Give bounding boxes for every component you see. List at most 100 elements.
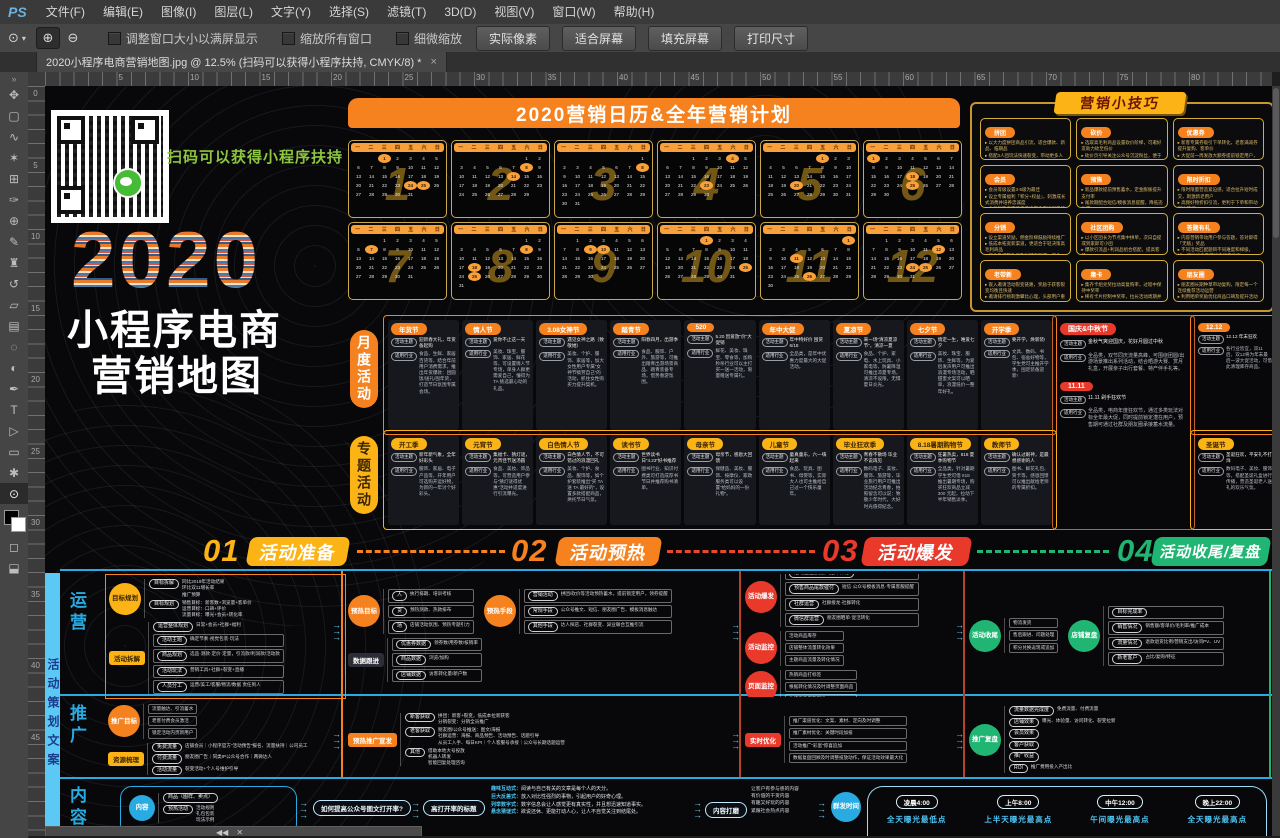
weekday-label: 四	[395, 226, 400, 233]
mindmap-cell: 推广目标流量触达、引流蓄水老客付费会员激活锁定活动内页新用户资源梳理免费流量店铺…	[105, 698, 344, 781]
menu-视图[interactable]: 视图(V)	[485, 1, 543, 24]
calendar-day: 15	[378, 172, 391, 181]
tips-bullet: ▸ 利用晒单奖励优化商品口碑及提升活动信任转化，并在蓄水中卖爆	[1178, 294, 1259, 302]
tips-card-label: 预售	[1081, 174, 1111, 185]
activity-card-title: 圣诞节	[1198, 438, 1234, 450]
weekday-label: 四	[704, 144, 709, 151]
mindmap-branch: 活动商品库存	[785, 631, 844, 641]
zoom-out-button[interactable]: ⊖	[62, 28, 84, 48]
calendar-day: 31	[906, 272, 919, 281]
menu-文件[interactable]: 文件(F)	[37, 1, 94, 24]
quick-mask-button[interactable]: ◻	[0, 536, 28, 557]
topic-activities-label: 专题活动	[350, 436, 378, 514]
branch-note: 日常+会员+社群+福利	[196, 622, 241, 628]
calendar-day: 28	[803, 190, 816, 199]
weekday-label: 一	[870, 226, 875, 233]
calendar-day: 16	[713, 254, 726, 263]
tab-close-icon[interactable]: ×	[430, 56, 436, 68]
background-color-swatch[interactable]	[11, 517, 26, 532]
zoom-in-button[interactable]: ⊕	[36, 27, 60, 49]
calendar-day: 27	[352, 190, 365, 199]
dodge-tool[interactable]: ◐	[0, 357, 28, 378]
theme-tag: 活动主题	[1198, 335, 1224, 344]
activity-card: 开工季活动主题新年新气象，全年好彩头适用行业服饰、家居、电子产品等，开年用户可选…	[388, 435, 459, 525]
type-tool[interactable]: T	[0, 399, 28, 420]
marquee-tool[interactable]: ▢	[0, 105, 28, 126]
menu-编辑[interactable]: 编辑(E)	[94, 1, 152, 24]
calendar-day: 23	[713, 263, 726, 272]
theme-line: 活动主题集福卡、猜灯谜，元宵佳节送汤圆	[465, 452, 530, 464]
options-button-2[interactable]: 填充屏幕	[648, 26, 722, 51]
window-collapse-icon[interactable]: ◀◀	[216, 828, 228, 837]
branch-note: 整点秒杀·限时折扣·直播带货	[857, 574, 915, 575]
magic-wand-tool[interactable]: ✶	[0, 147, 28, 168]
checkbox-icon[interactable]	[396, 32, 409, 45]
dropdown-arrow-icon[interactable]: ▾	[22, 34, 26, 43]
options-button-1[interactable]: 适合屏幕	[562, 26, 636, 51]
calendar-day: 1	[378, 154, 391, 163]
gradient-tool[interactable]: ▤	[0, 315, 28, 336]
menu-滤镜[interactable]: 滤镜(T)	[378, 1, 435, 24]
blur-tool[interactable]: ◌	[0, 336, 28, 357]
theme-text: 青春不散场 毕业不说再见	[864, 452, 901, 464]
industry-line: 适用行业食品、生鲜、家居百货等，结合年前用户消费需求，推出年货爆款：团圆饭/送礼…	[391, 351, 456, 394]
menu-选择[interactable]: 选择(S)	[320, 1, 378, 24]
options-button-3[interactable]: 打印尺寸	[734, 26, 808, 51]
document-tab[interactable]: 2020小程序电商营销地图.jpg @ 12.5% (扫码可以获得小程序扶持, …	[36, 52, 447, 72]
theme-line: 活动主题12.12 年末狂欢	[1198, 334, 1272, 344]
calendar-day: 3	[404, 236, 417, 245]
hand-tool[interactable]: ✱	[0, 462, 28, 483]
mindmap-node: 推广目标	[108, 705, 140, 737]
branch-note: 公众号推文、短信、朋友圈广告、模板消息触达	[561, 607, 657, 613]
brush-tool[interactable]: ✎	[0, 231, 28, 252]
menu-窗口[interactable]: 窗口(W)	[543, 1, 604, 24]
branch-label: 商品规划	[157, 651, 187, 661]
color-swatches[interactable]	[0, 508, 28, 536]
pen-tool[interactable]: ✒	[0, 378, 28, 399]
calendar-day: 24	[906, 263, 919, 272]
mindmap-branch: 免费流量店铺会员｜小程序官方“活动预告”报名、流量扶持｜公司员工	[152, 743, 308, 753]
menu-帮助[interactable]: 帮助(H)	[605, 1, 664, 24]
window-close-icon[interactable]: ✕	[236, 828, 243, 837]
healing-brush-tool[interactable]: ⊕	[0, 210, 28, 231]
mindmap-group: 活动拆解运营整体规划日常+会员+社群+福利活动主题确定节奏·视觉包装·玩法商品规…	[109, 622, 284, 694]
zoom-tool[interactable]: ⊙	[0, 483, 28, 504]
scrollbar-thumb[interactable]	[1273, 88, 1279, 238]
calendar-day: 26	[777, 190, 790, 199]
calendar-day: 18	[906, 172, 919, 181]
screen-mode-button[interactable]: ⬓	[0, 557, 28, 578]
menu-图像[interactable]: 图像(I)	[152, 1, 205, 24]
industry-tag: 适用行业	[836, 352, 862, 361]
ruler-h-label: 5	[119, 73, 123, 82]
move-tool[interactable]: ✥	[0, 84, 28, 105]
option-checkbox-1[interactable]: 缩放所有窗口	[282, 30, 372, 47]
menu-图层[interactable]: 图层(L)	[205, 1, 262, 24]
shape-tool[interactable]: ▭	[0, 441, 28, 462]
checkbox-icon[interactable]	[282, 32, 295, 45]
plan-copy-strip: 活动策划文案	[45, 573, 60, 836]
eraser-tool[interactable]: ▱	[0, 294, 28, 315]
options-button-0[interactable]: 实际像素	[476, 26, 550, 51]
history-brush-tool[interactable]: ↺	[0, 273, 28, 294]
calendar-day: 21	[558, 263, 571, 272]
clone-stamp-tool[interactable]: ♜	[0, 252, 28, 273]
document-canvas[interactable]: 扫码可以获得小程序扶持2020小程序电商营销地图2020营销日历&全年营销计划一…	[45, 86, 1272, 836]
calendar-day: 1	[571, 236, 584, 245]
menu-文字[interactable]: 文字(Y)	[262, 1, 320, 24]
calendar-day-empty	[352, 154, 365, 163]
vertical-scrollbar[interactable]	[1272, 86, 1280, 836]
calendar-day-empty	[790, 154, 803, 163]
checkbox-icon[interactable]	[108, 32, 121, 45]
crop-tool[interactable]: ⊞	[0, 168, 28, 189]
toolbar-collapse-icon[interactable]: »	[11, 74, 16, 84]
menu-3D[interactable]: 3D(D)	[435, 1, 485, 24]
calendar-day: 13	[610, 172, 623, 181]
option-checkbox-2[interactable]: 细微缩放	[396, 30, 462, 47]
path-select-tool[interactable]: ▷	[0, 420, 28, 441]
branch-label: 活动流量	[152, 766, 182, 776]
lasso-tool[interactable]: ∿	[0, 126, 28, 147]
eyedropper-tool[interactable]: ✑	[0, 189, 28, 210]
calendar-day: 19	[803, 263, 816, 272]
calendar-day: 18	[610, 254, 623, 263]
option-checkbox-0[interactable]: 调整窗口大小以满屏显示	[108, 30, 258, 47]
